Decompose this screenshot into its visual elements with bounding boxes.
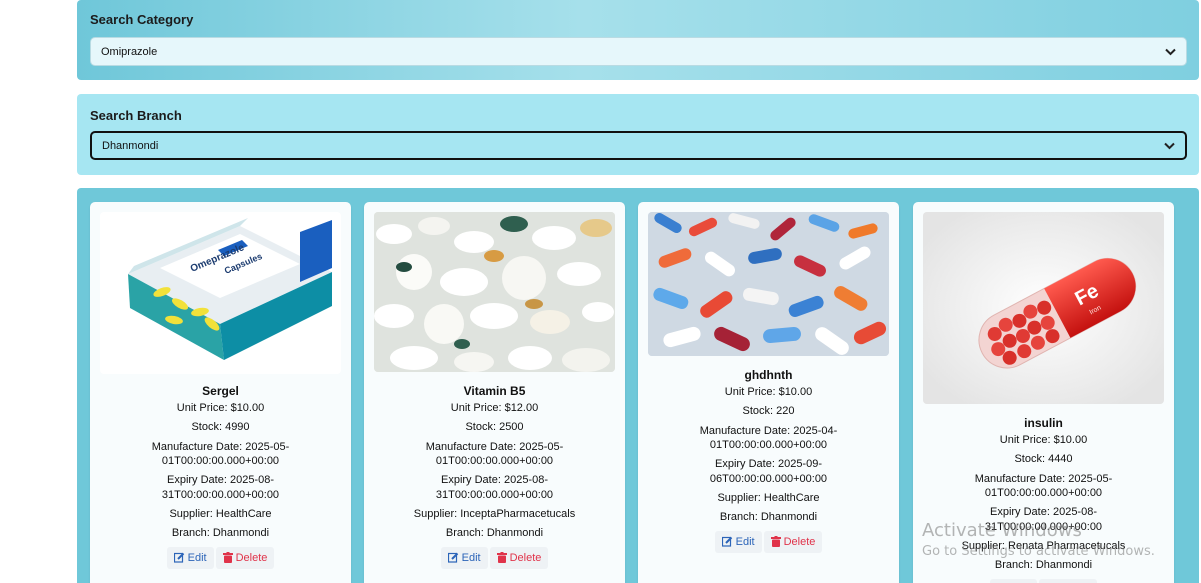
delete-button[interactable]: Delete [215,546,275,569]
trash-icon [222,552,233,564]
unit-price: Unit Price: $10.00 [176,402,265,414]
medicine-card: Omeprazole 20 mg Capsules Sergel Unit Pr… [90,202,351,583]
branch: Branch: Dhanmondi [994,559,1093,572]
edit-label: Edit [461,551,481,564]
card-body: Sergel Unit Price: $10.00 Stock: 4990 Ma… [90,381,351,569]
edit-button[interactable]: Edit [714,530,762,553]
edit-icon [721,537,732,548]
medicine-image-omeprazole-box: Omeprazole 20 mg Capsules [100,212,341,374]
medicine-image-colorful-capsules [648,212,889,356]
delete-button[interactable]: Delete [763,530,823,553]
trash-icon [496,552,507,564]
stock: Stock: 2500 [465,421,524,434]
edit-icon [447,553,458,564]
expiry-date: Expiry Date: 2025-08-31T00:00:00.000+00:… [161,474,280,501]
edit-label: Edit [187,551,207,564]
supplier: Supplier: HealthCare [717,492,820,505]
expiry-date: Expiry Date: 2025-08-31T00:00:00.000+00:… [435,474,554,501]
category-select-value: Omiprazole [101,45,158,58]
edit-icon [173,553,184,564]
branch-search-label: Search Branch [90,108,182,123]
expiry-date: Expiry Date: 2025-09-06T00:00:00.000+00:… [709,458,828,485]
activate-windows-title: Activate Windows [922,520,1082,541]
manufacture-date: Manufacture Date: 2025-05-01T00:00:00.00… [974,472,1113,500]
edit-button[interactable]: Edit [166,546,214,569]
branch-select-value: Dhanmondi [102,139,159,152]
medicine-image-white-pills [374,212,615,372]
edit-label: Edit [735,535,755,548]
chevron-down-icon [1164,46,1176,58]
medicine-card: Vitamin B5 Unit Price: $12.00 Stock: 250… [364,202,625,583]
card-actions: Edit Delete [90,546,351,569]
stock: Stock: 220 [742,405,795,418]
unit-price: Unit Price: $10.00 [724,386,813,398]
delete-label: Delete [235,551,268,564]
medicine-name: ghdhnth [744,368,793,382]
medicine-name: Vitamin B5 [463,384,526,398]
medicine-name: insulin [1024,416,1063,430]
delete-button[interactable]: Delete [1038,578,1098,583]
edit-button[interactable]: Edit [440,546,488,569]
card-body: ghdhnth Unit Price: $10.00 Stock: 220 Ma… [638,365,899,553]
manufacture-date: Manufacture Date: 2025-05-01T00:00:00.00… [151,440,290,468]
delete-label: Delete [509,551,542,564]
branch-select[interactable]: Dhanmondi [90,131,1187,160]
card-actions: Edit Delete [913,578,1174,583]
manufacture-date: Manufacture Date: 2025-04-01T00:00:00.00… [699,424,838,452]
medicine-image-iron-capsule: Fe Iron [923,212,1164,404]
manufacture-date: Manufacture Date: 2025-05-01T00:00:00.00… [425,440,564,468]
stock: Stock: 4440 [1014,453,1073,466]
edit-button[interactable]: Edit [989,578,1037,583]
delete-label: Delete [783,535,816,548]
category-select[interactable]: Omiprazole [90,37,1187,66]
card-actions: Edit Delete [638,530,899,553]
card-body: Vitamin B5 Unit Price: $12.00 Stock: 250… [364,381,625,569]
branch: Branch: Dhanmondi [171,527,270,540]
card-actions: Edit Delete [364,546,625,569]
chevron-down-icon [1163,140,1175,152]
delete-button[interactable]: Delete [489,546,549,569]
unit-price: Unit Price: $10.00 [999,434,1088,446]
branch: Branch: Dhanmondi [445,527,544,540]
supplier: Supplier: HealthCare [169,508,272,521]
trash-icon [770,536,781,548]
category-search-panel: Search Category Omiprazole [77,0,1199,80]
medicine-name: Sergel [202,384,239,398]
activate-windows-subtitle: Go to Settings to activate Windows. [922,544,1155,559]
branch: Branch: Dhanmondi [719,511,818,524]
supplier: Supplier: InceptaPharmacetucals [413,508,576,521]
unit-price: Unit Price: $12.00 [450,402,539,414]
stock: Stock: 4990 [191,421,250,434]
category-search-label: Search Category [90,12,194,27]
medicine-card: ghdhnth Unit Price: $10.00 Stock: 220 Ma… [638,202,899,583]
page: Search Category Omiprazole Search Branch… [0,0,1201,583]
